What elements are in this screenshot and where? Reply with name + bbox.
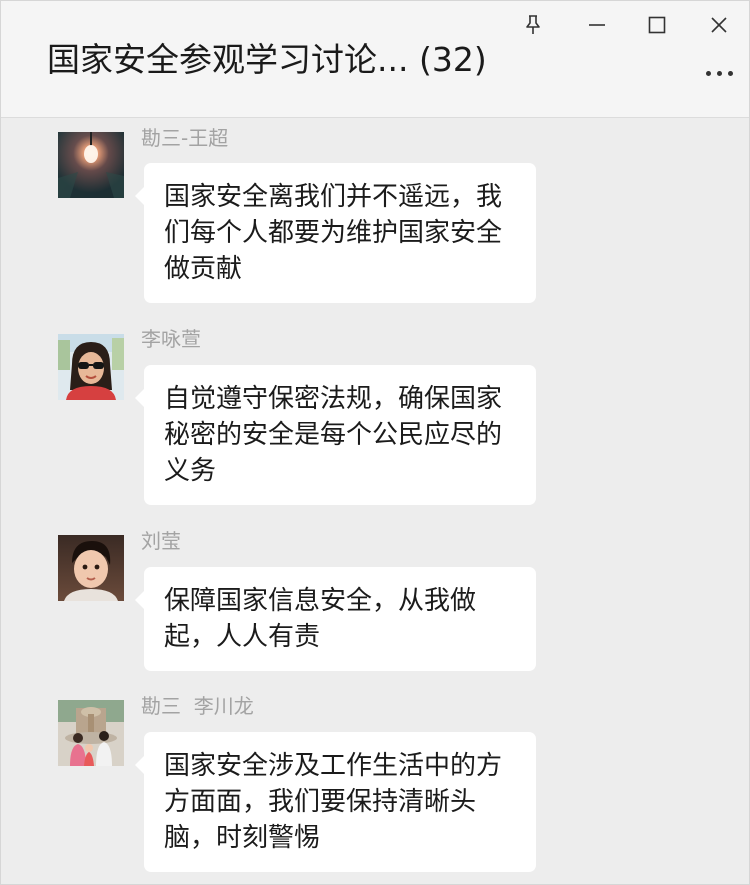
title-bar: 国家安全参观学习讨论... (32) [1,1,749,118]
sender-name: 勘三 李川龙 [141,694,254,718]
avatar-woman-sunglasses[interactable] [58,334,124,400]
sender-name: 刘莹 [141,529,181,553]
avatar-light-bulb[interactable] [58,132,124,198]
message-bubble[interactable]: 自觉遵守保密法规，确保国家秘密的安全是每个公民应尽的义务 [135,365,536,505]
maximize-icon[interactable] [639,7,675,43]
message-bubble[interactable]: 国家安全离我们并不遥远，我们每个人都要为维护国家安全做贡献 [135,163,536,303]
more-icon[interactable] [699,59,739,87]
close-icon[interactable] [701,7,737,43]
minimize-icon[interactable] [579,7,615,43]
sender-name: 勘三-王超 [141,126,229,150]
member-count: (32) [418,40,487,79]
chat-title[interactable]: 国家安全参观学习讨论... (32) [47,37,487,83]
avatar-child-photo[interactable] [58,535,124,601]
more-dot [716,70,722,76]
message-bubble[interactable]: 国家安全涉及工作生活中的方方面面，我们要保持清晰头脑，时刻警惕 [135,732,536,872]
more-dot [727,70,733,76]
sender-name: 李咏萱 [141,327,201,351]
chat-title-text: 国家安全参观学习讨论... [47,40,409,79]
chat-window: 国家安全参观学习讨论... (32) 勘三-王超 国家安全离我们并不遥远，我们每… [0,0,750,885]
pin-icon[interactable] [515,7,551,43]
message-bubble[interactable]: 保障国家信息安全，从我做起，人人有责 [135,567,536,671]
more-dot [705,70,711,76]
avatar-family-fountain[interactable] [58,700,124,766]
